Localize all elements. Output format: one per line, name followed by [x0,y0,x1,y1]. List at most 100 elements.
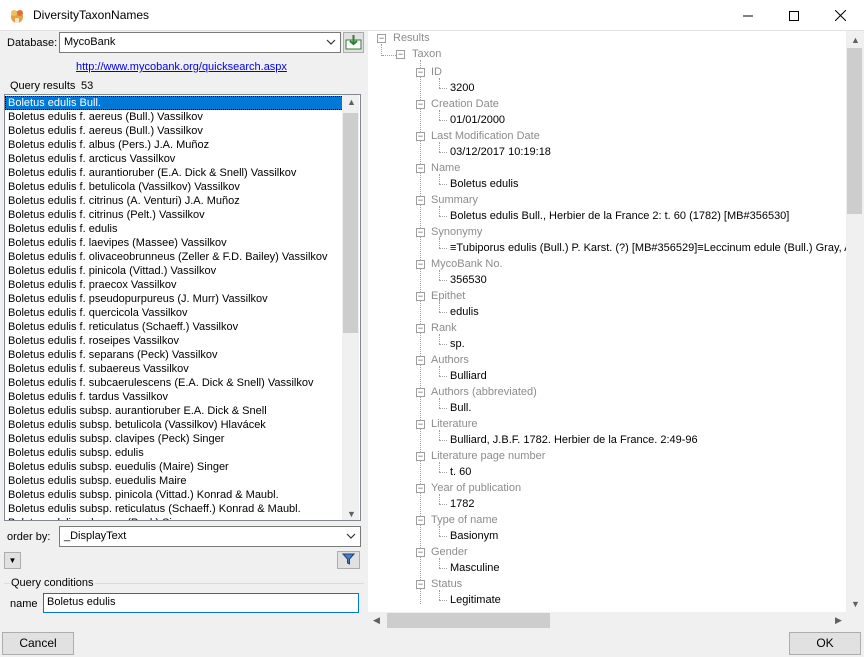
chevron-down-icon [346,533,356,539]
tree-field-label: Literature page number [431,450,546,462]
results-tree[interactable]: − Results − Taxon − ID 3200− Creation Date 01/01… [368,31,863,612]
database-select-value: MycoBank [64,36,116,48]
field-collapse-icon[interactable]: − [416,484,425,493]
minimize-button[interactable] [725,0,771,31]
order-by-select[interactable]: _DisplayText [59,526,361,547]
tree-line [439,462,440,472]
field-collapse-icon[interactable]: − [416,580,425,589]
result-list-item[interactable]: Boletus edulis f. tardus Vassilkov [5,390,344,404]
cancel-button[interactable]: Cancel [2,632,74,655]
tree-line [439,152,447,153]
results-scrollbar-thumb[interactable] [343,113,358,333]
result-list-item[interactable]: Boletus edulis f. subcaerulescens (E.A. … [5,376,344,390]
result-list-item[interactable]: Boletus edulis f. citrinus (Pelt.) Vassi… [5,208,344,222]
field-collapse-icon[interactable]: − [416,548,425,557]
scroll-right-icon[interactable]: ▶ [835,615,842,626]
result-list-item[interactable]: Boletus edulis subsp. pinicola (Vittad.)… [5,488,344,502]
result-list-item[interactable]: Boletus edulis f. arcticus Vassilkov [5,152,344,166]
scroll-down-icon[interactable]: ▼ [347,509,356,519]
field-collapse-icon[interactable]: − [416,388,425,397]
sort-direction-button[interactable]: ▼ [4,552,21,569]
result-list-item[interactable]: Boletus edulis subsp. edulis [5,446,344,460]
result-list-item[interactable]: Boletus edulis f. olivaceobrunneus (Zell… [5,250,344,264]
close-button[interactable] [817,0,863,31]
result-list-item[interactable]: Boletus edulis f. roseipes Vassilkov [5,334,344,348]
field-collapse-icon[interactable]: − [416,324,425,333]
field-collapse-icon[interactable]: − [416,196,425,205]
result-list-item[interactable]: Boletus edulis f. laevipes (Massee) Vass… [5,236,344,250]
database-select[interactable]: MycoBank [59,32,341,53]
tree-root-label: Results [393,32,430,44]
result-list-item[interactable]: Boletus edulis subsp. aurantioruber E.A.… [5,404,344,418]
tree-line [439,472,447,473]
field-collapse-icon[interactable]: − [416,100,425,109]
field-collapse-icon[interactable]: − [416,132,425,141]
result-list-item[interactable]: Boletus edulis f. betulicola (Vassilkov)… [5,180,344,194]
result-list-item[interactable]: Boletus edulis f. aereus (Bull.) Vassilk… [5,124,344,138]
result-list-item[interactable]: Boletus edulis f. edulis [5,222,344,236]
field-collapse-icon[interactable]: − [416,356,425,365]
result-list-item[interactable]: Boletus edulis Bull. [5,96,344,110]
tree-line [382,55,396,56]
result-list-item[interactable]: Boletus edulis f. separans (Peck) Vassil… [5,348,344,362]
minimize-icon [743,15,753,16]
window-title: DiversityTaxonNames [33,8,150,22]
field-collapse-icon[interactable]: − [416,516,425,525]
result-list-item[interactable]: Boletus edulis subsp. betulicola (Vassil… [5,418,344,432]
scroll-down-icon[interactable]: ▼ [851,599,860,609]
tree-vertical-scrollbar-thumb[interactable] [847,48,862,214]
tree-line [439,78,440,88]
result-list-item[interactable]: Boletus edulis subsp. reticulatus (Schae… [5,502,344,516]
field-collapse-icon[interactable]: − [416,420,425,429]
tree-field-label: Literature [431,418,478,430]
scroll-up-icon[interactable]: ▲ [347,97,356,107]
result-list-item[interactable]: Boletus edulis f. pinicola (Vittad.) Vas… [5,264,344,278]
query-results-count: 53 [81,80,94,92]
tree-line [439,88,447,89]
database-url-link[interactable]: http://www.mycobank.org/quicksearch.aspx [76,61,287,73]
results-collapse-icon[interactable]: − [377,34,386,43]
tree-field-value: Boletus edulis Bull., Herbier de la Fran… [450,210,790,222]
tree-line [439,536,447,537]
scroll-left-icon[interactable]: ◀ [373,615,380,626]
result-list-item[interactable]: Boletus edulis f. praecox Vassilkov [5,278,344,292]
field-collapse-icon[interactable]: − [416,68,425,77]
result-list-item[interactable]: Boletus edulis f. pseudopurpureus (J. Mu… [5,292,344,306]
tree-field-value: Bulliard, J.B.F. 1782. Herbier de la Fra… [450,434,698,446]
tree-line [439,494,440,504]
name-input[interactable]: Boletus edulis [43,593,359,613]
field-collapse-icon[interactable]: − [416,260,425,269]
ok-button[interactable]: OK [789,632,861,655]
taxon-collapse-icon[interactable]: − [396,50,405,59]
scroll-up-icon[interactable]: ▲ [851,35,860,45]
sort-down-icon: ▼ [8,556,17,565]
order-by-value: _DisplayText [64,530,127,542]
tree-field-value: Boletus edulis [450,178,519,190]
tree-line [439,440,447,441]
result-list-item[interactable]: Boletus edulis subsp. euedulis (Maire) S… [5,460,344,474]
result-list-item[interactable]: Boletus edulis f. reticulatus (Schaeff.)… [5,320,344,334]
tree-line [439,120,447,121]
result-list-item[interactable]: Boletus edulis subsp. clavipes (Peck) Si… [5,432,344,446]
tree-field-value: Bull. [450,402,472,414]
result-list-item[interactable]: Boletus edulis subsp. ... (Peck) Singer [5,516,344,520]
filter-button[interactable] [337,551,360,569]
result-list-item[interactable]: Boletus edulis subsp. euedulis Maire [5,474,344,488]
database-connect-button[interactable] [343,32,364,53]
maximize-button[interactable] [771,0,817,31]
field-collapse-icon[interactable]: − [416,164,425,173]
result-list-item[interactable]: Boletus edulis f. subaereus Vassilkov [5,362,344,376]
field-collapse-icon[interactable]: − [416,292,425,301]
result-list-item[interactable]: Boletus edulis f. aurantioruber (E.A. Di… [5,166,344,180]
tree-line [439,366,440,376]
field-collapse-icon[interactable]: − [416,452,425,461]
result-list-item[interactable]: Boletus edulis f. albus (Pers.) J.A. Muñ… [5,138,344,152]
field-collapse-icon[interactable]: − [416,228,425,237]
result-list-item[interactable]: Boletus edulis f. aereus (Bull.) Vassilk… [5,110,344,124]
query-results-list[interactable]: Boletus edulis Bull. Boletus edulis f. ae… [4,94,361,521]
result-list-item[interactable]: Boletus edulis f. citrinus (A. Venturi) … [5,194,344,208]
result-list-item[interactable]: Boletus edulis f. quercicola Vassilkov [5,306,344,320]
filter-icon [341,553,356,565]
tree-field-label: Authors [431,354,469,366]
tree-horizontal-scrollbar-thumb[interactable] [387,613,550,628]
